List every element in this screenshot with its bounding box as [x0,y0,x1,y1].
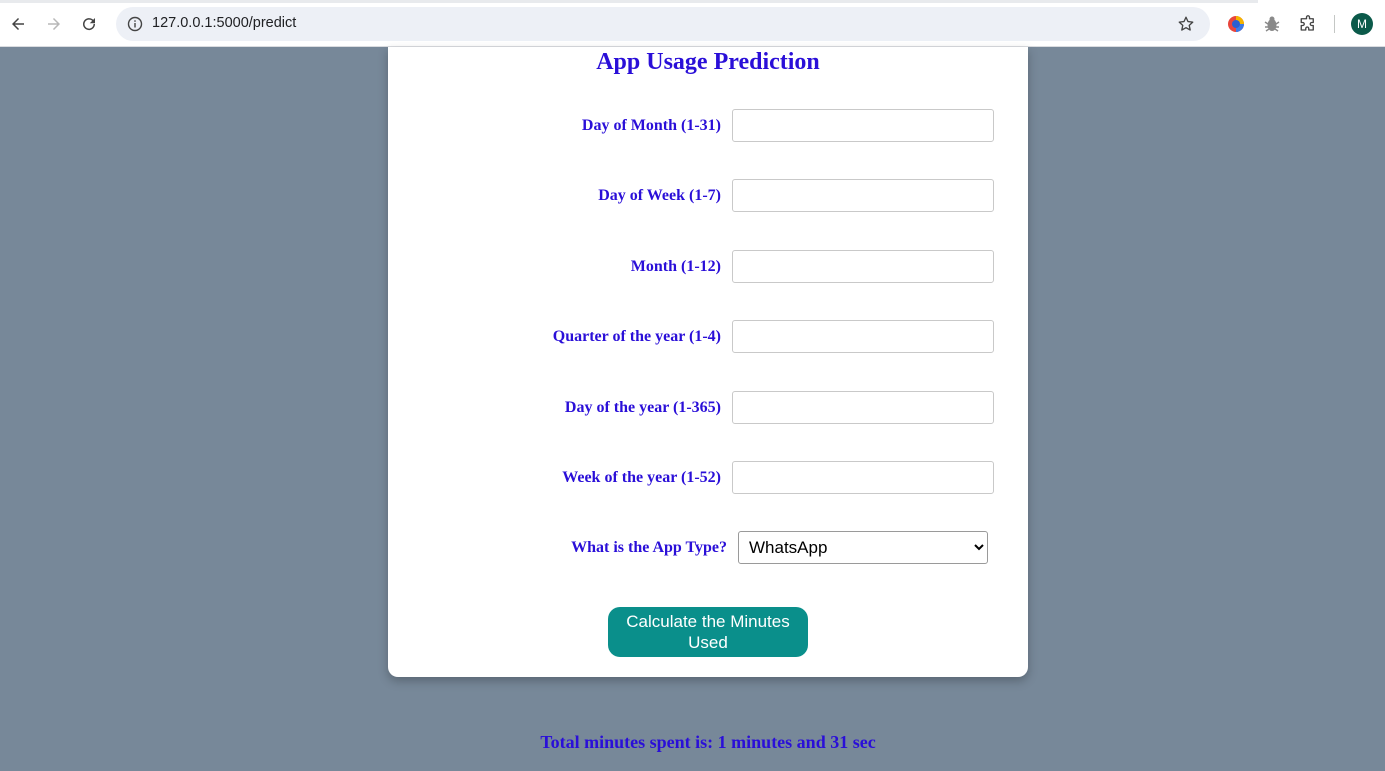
profile-avatar[interactable]: M [1351,13,1373,35]
field-row-day-of-week: Day of Week (1-7) [388,179,1028,213]
reload-button[interactable] [75,10,103,38]
app-type-label: What is the App Type? [571,539,727,556]
field-row-day-of-month: Day of Month (1-31) [388,109,1028,143]
field-row-app-type: What is the App Type? WhatsApp [388,531,1028,565]
month-input[interactable] [732,250,994,283]
address-bar[interactable]: 127.0.0.1:5000/predict [116,7,1210,41]
week-of-year-input[interactable] [732,461,994,494]
prediction-form-card: App Usage Prediction Day of Month (1-31)… [388,47,1028,677]
week-of-year-label: Week of the year (1-52) [562,469,721,486]
bug-extension-icon [1264,16,1280,32]
arrow-right-icon [48,18,60,30]
browser-toolbar: 127.0.0.1:5000/predict M [0,0,1385,47]
field-row-quarter: Quarter of the year (1-4) [388,320,1028,354]
field-row-day-of-year: Day of the year (1-365) [388,391,1028,425]
field-row-month: Month (1-12) [388,250,1028,284]
colorful-circle-extension-icon [1228,16,1244,32]
quarter-label: Quarter of the year (1-4) [552,328,721,345]
site-info-button[interactable] [122,11,148,37]
day-of-month-input[interactable] [732,109,994,142]
forward-button[interactable] [40,10,68,38]
url-text[interactable]: 127.0.0.1:5000/predict [152,15,296,31]
calculate-minutes-button[interactable]: Calculate the Minutes Used [608,607,808,657]
app-type-select[interactable]: WhatsApp [738,531,988,564]
star-icon [1178,16,1194,31]
arrow-left-icon [12,18,24,30]
quarter-input[interactable] [732,320,994,353]
loading-bar [0,0,1258,3]
result-text: Total minutes spent is: 1 minutes and 31… [540,732,876,752]
day-of-year-input[interactable] [732,391,994,424]
back-button[interactable] [4,10,32,38]
month-label: Month (1-12) [630,258,721,275]
reload-icon [83,18,96,31]
day-of-week-label: Day of Week (1-7) [598,187,721,204]
day-of-week-input[interactable] [732,179,994,212]
day-of-year-label: Day of the year (1-365) [564,399,721,416]
day-of-month-label: Day of Month (1-31) [581,117,721,134]
puzzle-icon [1300,15,1314,31]
bookmark-button[interactable] [1176,14,1196,34]
toolbar-divider [1334,15,1335,33]
info-icon [127,16,143,32]
extension-colorful-button[interactable] [1224,12,1248,36]
extensions-button[interactable] [1296,12,1320,36]
field-row-week-of-year: Week of the year (1-52) [388,461,1028,495]
page-title: App Usage Prediction [596,49,820,75]
extension-bug-button[interactable] [1260,12,1284,36]
